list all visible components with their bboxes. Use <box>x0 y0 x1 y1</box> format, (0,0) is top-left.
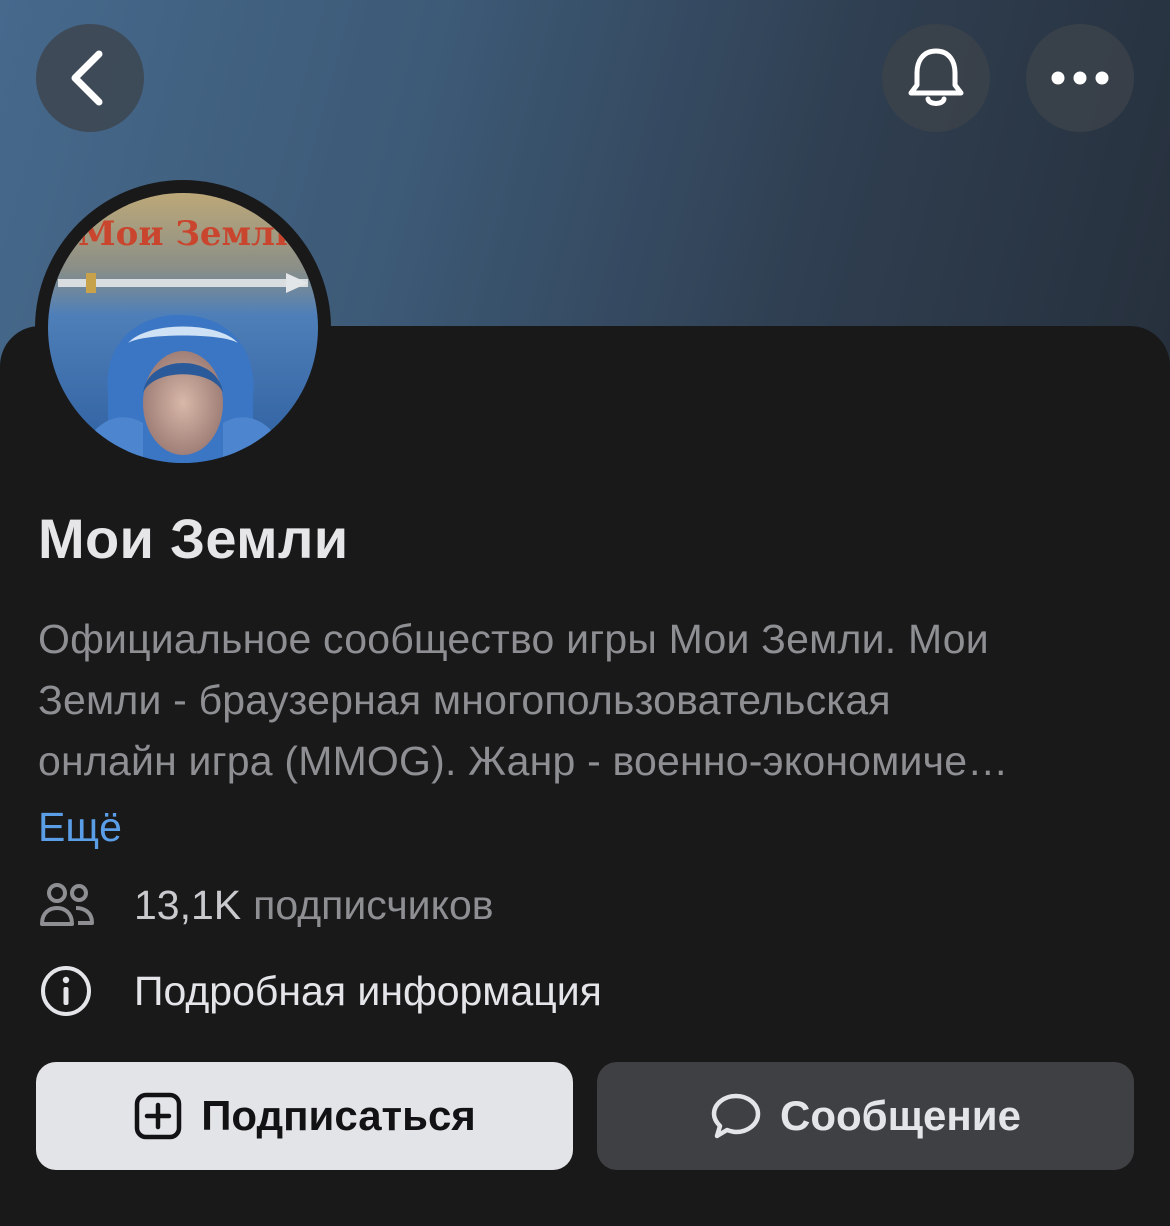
description-line-1: Официальное сообщество игры Мои Земли. М… <box>38 616 989 662</box>
community-name: Мои Земли <box>38 507 349 570</box>
message-bubble-icon <box>711 1093 761 1139</box>
notifications-button[interactable] <box>882 24 990 132</box>
ellipsis-icon <box>1051 71 1109 85</box>
message-button[interactable]: Сообщение <box>597 1062 1134 1170</box>
community-avatar[interactable]: Мои Земли <box>48 193 318 463</box>
subscribers-count: 13,1K <box>134 881 242 928</box>
details-row[interactable]: Подробная информация <box>38 963 602 1019</box>
message-label: Сообщение <box>780 1092 1021 1139</box>
avatar-artwork: Мои Земли <box>48 193 318 463</box>
more-link[interactable]: Ещё <box>38 804 122 851</box>
subscribers-row[interactable]: 13,1K подписчиков <box>38 880 494 930</box>
more-options-button[interactable] <box>1026 24 1134 132</box>
description-line-3: онлайн игра (MMOG). Жанр - военно-эконом… <box>38 738 1009 784</box>
plus-square-icon <box>134 1092 182 1140</box>
chevron-left-icon <box>71 50 103 106</box>
back-button[interactable] <box>36 24 144 132</box>
subscribe-label: Подписаться <box>201 1092 476 1139</box>
subscribe-button[interactable]: Подписаться <box>36 1062 573 1170</box>
subscribers-label: подписчиков <box>253 881 494 928</box>
bell-icon <box>908 48 964 106</box>
users-icon <box>40 883 94 926</box>
info-icon <box>41 966 91 1016</box>
description-line-2: Земли - браузерная многопользовательская <box>38 677 891 723</box>
details-label: Подробная информация <box>134 967 602 1014</box>
